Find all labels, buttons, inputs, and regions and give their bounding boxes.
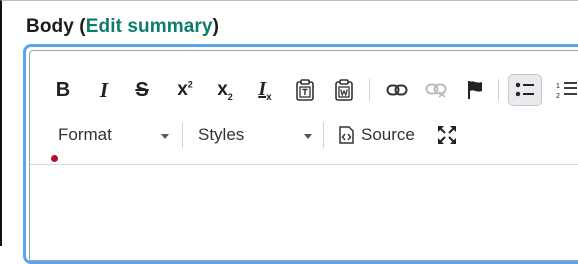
anchor-button[interactable] bbox=[463, 75, 487, 105]
superscript-glyph: x bbox=[177, 79, 188, 100]
rich-text-editor: B I S x2 x2 Ix 1 2 Format Styles Source bbox=[23, 44, 578, 264]
subscript-mark: 2 bbox=[227, 91, 233, 102]
paste-from-word-button[interactable] bbox=[332, 75, 356, 105]
maximize-icon bbox=[438, 126, 456, 144]
format-dropdown[interactable]: Format bbox=[58, 120, 176, 150]
superscript-mark: 2 bbox=[187, 79, 193, 90]
paste-as-text-button[interactable] bbox=[293, 75, 317, 105]
field-heading: Body (Edit summary) bbox=[26, 16, 219, 38]
remove-format-button[interactable]: Ix bbox=[252, 75, 278, 105]
paren-open: ( bbox=[73, 16, 86, 37]
paste-word-icon bbox=[335, 79, 353, 101]
unlink-icon bbox=[425, 83, 447, 98]
maximize-button[interactable] bbox=[434, 120, 460, 150]
source-button[interactable]: Source bbox=[337, 120, 427, 150]
italic-icon: I bbox=[99, 77, 109, 102]
editor-frame: B I S x2 x2 Ix 1 2 Format Styles Source bbox=[29, 50, 578, 261]
editor-toolbar: B I S x2 x2 Ix 1 2 Format Styles Source bbox=[30, 51, 578, 165]
list-bullet bbox=[51, 155, 58, 162]
bold-button[interactable]: B bbox=[52, 75, 74, 105]
remove-format-mark: x bbox=[266, 91, 272, 103]
bulleted-list-button[interactable] bbox=[508, 74, 542, 106]
strikethrough-button[interactable]: S bbox=[130, 75, 154, 105]
styles-dropdown[interactable]: Styles bbox=[198, 120, 318, 150]
bulleted-list-icon bbox=[515, 82, 534, 97]
paren-close: ) bbox=[212, 16, 220, 37]
toolbar-separator bbox=[323, 122, 324, 148]
format-dropdown-label: Format bbox=[58, 125, 112, 144]
toolbar-separator bbox=[182, 122, 183, 148]
svg-text:1: 1 bbox=[556, 83, 560, 90]
source-button-label: Source bbox=[361, 125, 415, 144]
source-icon bbox=[339, 126, 354, 144]
numbered-list-icon: 12 bbox=[556, 82, 577, 100]
link-icon bbox=[386, 84, 408, 96]
edit-summary-link[interactable]: Edit summary bbox=[86, 16, 213, 37]
chevron-down-icon bbox=[161, 134, 169, 139]
unlink-button[interactable] bbox=[423, 75, 449, 105]
superscript-icon: x2 bbox=[177, 79, 193, 101]
numbered-list-button[interactable]: 12 bbox=[552, 75, 578, 105]
svg-text:2: 2 bbox=[556, 93, 560, 100]
bold-icon: B bbox=[55, 78, 71, 101]
flag-icon bbox=[468, 81, 482, 99]
chevron-down-icon bbox=[304, 134, 312, 139]
superscript-button[interactable]: x2 bbox=[172, 75, 198, 105]
subscript-button[interactable]: x2 bbox=[212, 75, 238, 105]
toolbar-separator bbox=[498, 79, 499, 101]
link-button[interactable] bbox=[384, 75, 410, 105]
strikethrough-icon: S bbox=[135, 78, 149, 101]
remove-format-icon: Ix bbox=[258, 78, 271, 103]
paste-text-icon bbox=[296, 79, 314, 101]
italic-button[interactable]: I bbox=[93, 75, 115, 105]
subscript-icon: x2 bbox=[217, 79, 233, 102]
remove-format-glyph: I bbox=[258, 77, 267, 100]
field-label: Body bbox=[26, 16, 74, 37]
subscript-glyph: x bbox=[217, 78, 228, 100]
toolbar-separator bbox=[369, 79, 370, 101]
styles-dropdown-label: Styles bbox=[198, 125, 245, 144]
